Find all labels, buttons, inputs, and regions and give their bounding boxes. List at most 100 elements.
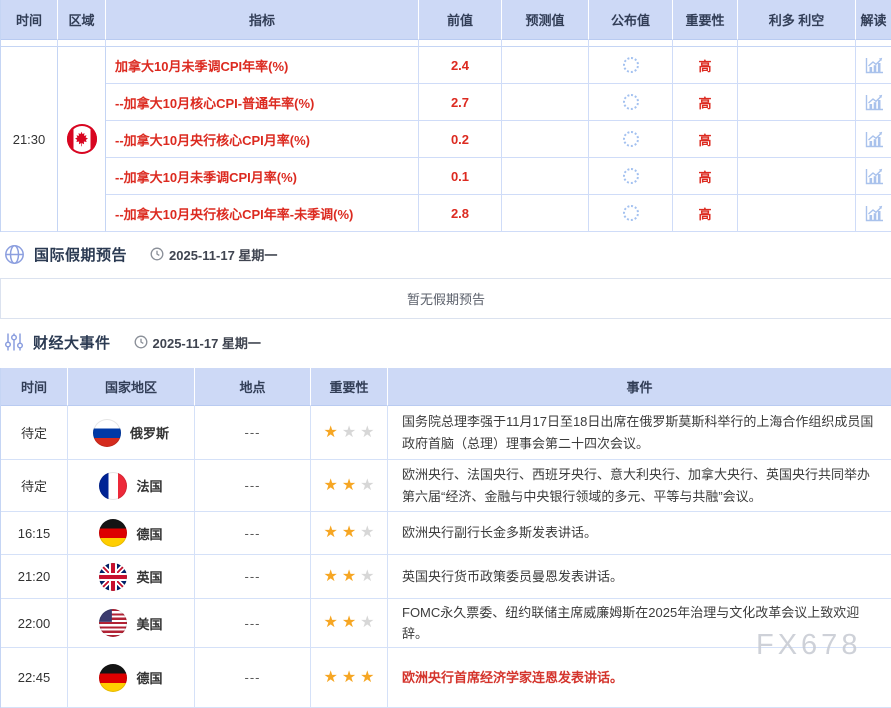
- chart-detail-icon[interactable]: [856, 121, 891, 157]
- event-time: 21:20: [1, 555, 68, 599]
- country-name: 俄罗斯: [130, 423, 169, 442]
- loading-spinner-icon: [623, 168, 639, 184]
- country-name: 德国: [136, 668, 162, 687]
- event-time: 待定: [1, 460, 68, 512]
- previous-value: 2.7: [419, 84, 502, 121]
- chart-detail-icon[interactable]: [856, 84, 891, 120]
- uk-flag-icon: [99, 563, 127, 591]
- actual-value-cell: [589, 84, 673, 121]
- indicator-name: --加拿大10月央行核心CPI年率-未季调(%): [106, 195, 419, 232]
- star-icon: ★: [342, 670, 356, 686]
- chart-detail-icon[interactable]: [856, 195, 891, 231]
- importance-level: 高: [673, 158, 738, 195]
- economic-data-table: 时间 区域 指标 前值 预测值 公布值 重要性 利多 利空 解读 21:30 加…: [0, 0, 891, 232]
- bias-cell: [738, 195, 856, 232]
- star-icon: ★: [323, 425, 337, 441]
- clipped-row: [1, 40, 58, 47]
- event-location: ---: [195, 599, 311, 648]
- star-icon: ★: [360, 478, 374, 494]
- event-location: ---: [195, 406, 311, 460]
- star-icon: ★: [323, 615, 337, 631]
- region-cell: [58, 47, 106, 232]
- importance-level: 高: [673, 84, 738, 121]
- clock-icon: [150, 247, 164, 261]
- bias-cell: [738, 47, 856, 84]
- importance-stars: ★★★: [323, 615, 374, 631]
- star-icon: ★: [342, 425, 356, 441]
- star-icon: ★: [360, 670, 374, 686]
- event-description: 欧洲央行副行长金多斯发表讲话。: [388, 516, 611, 549]
- country-name: 法国: [136, 476, 162, 495]
- event-time: 16:15: [1, 512, 68, 555]
- events-col-importance: 重要性: [311, 368, 388, 406]
- country-name: 德国: [136, 524, 162, 543]
- star-icon: ★: [360, 615, 374, 631]
- actual-value-cell: [589, 195, 673, 232]
- event-location: ---: [195, 555, 311, 599]
- event-description: 欧洲央行、法国央行、西班牙央行、意大利央行、加拿大央行、英国央行共同举办第六届“…: [388, 458, 891, 512]
- fx678-watermark: FX678: [756, 629, 861, 662]
- bias-cell: [738, 84, 856, 121]
- loading-spinner-icon: [623, 57, 639, 73]
- forecast-value: [502, 158, 589, 195]
- importance-level: 高: [673, 195, 738, 232]
- events-date-text: 2025-11-17 星期一: [153, 333, 261, 352]
- france-flag-icon: [99, 472, 127, 500]
- importance-stars: ★★★: [323, 569, 374, 585]
- econ-col-region: 区域: [58, 0, 106, 40]
- country-cell: 英国: [68, 555, 195, 599]
- indicator-name: --加拿大10月核心CPI-普通年率(%): [106, 84, 419, 121]
- event-description: 国务院总理李强于11月17日至18日出席在俄罗斯莫斯科举行的上海合作组织成员国政…: [388, 405, 891, 459]
- events-date: 2025-11-17 星期一: [134, 333, 261, 352]
- importance-level: 高: [673, 47, 738, 84]
- canada-flag-icon: [67, 124, 97, 154]
- holiday-date: 2025-11-17 星期一: [150, 245, 277, 264]
- importance-stars: ★★★: [323, 478, 374, 494]
- country-cell: 德国: [68, 648, 195, 708]
- econ-col-forecast: 预测值: [502, 0, 589, 40]
- loading-spinner-icon: [623, 205, 639, 221]
- event-description: 欧洲央行首席经济学家连恩发表讲话。: [388, 661, 637, 694]
- event-time: 21:30: [1, 47, 58, 232]
- event-location: ---: [195, 460, 311, 512]
- globe-icon: [4, 244, 25, 265]
- star-icon: ★: [360, 525, 374, 541]
- importance-stars: ★★★: [323, 670, 374, 686]
- event-location: ---: [195, 648, 311, 708]
- indicator-name: --加拿大10月未季调CPI月率(%): [106, 158, 419, 195]
- star-icon: ★: [342, 615, 356, 631]
- star-icon: ★: [360, 569, 374, 585]
- event-time: 22:45: [1, 648, 68, 708]
- holiday-section-title: 国际假期预告: [34, 244, 127, 265]
- actual-value-cell: [589, 121, 673, 158]
- holiday-empty-notice: 暂无假期预告: [0, 278, 891, 319]
- chart-detail-icon[interactable]: [856, 158, 891, 194]
- country-cell: 德国: [68, 512, 195, 555]
- country-cell: 美国: [68, 599, 195, 648]
- star-icon: ★: [323, 670, 337, 686]
- importance-stars: ★★★: [323, 425, 374, 441]
- econ-col-read: 解读: [856, 0, 891, 40]
- clock-icon: [134, 335, 148, 349]
- russia-flag-icon: [93, 419, 121, 447]
- maple-leaf-icon: [74, 131, 89, 147]
- forecast-value: [502, 84, 589, 121]
- forecast-value: [502, 47, 589, 84]
- star-icon: ★: [342, 569, 356, 585]
- previous-value: 0.1: [419, 158, 502, 195]
- country-name: 英国: [136, 567, 162, 586]
- germany-flag-icon: [99, 664, 127, 692]
- indicator-name: 加拿大10月未季调CPI年率(%): [106, 47, 419, 84]
- event-description: 英国央行货币政策委员曼恩发表讲话。: [388, 560, 637, 593]
- star-icon: ★: [342, 525, 356, 541]
- previous-value: 2.8: [419, 195, 502, 232]
- germany-flag-icon: [99, 519, 127, 547]
- country-cell: 法国: [68, 460, 195, 512]
- holiday-date-text: 2025-11-17 星期一: [169, 245, 277, 264]
- chart-detail-icon[interactable]: [856, 47, 891, 83]
- star-icon: ★: [323, 525, 337, 541]
- events-section-header: 财经大事件 2025-11-17 星期一: [4, 330, 261, 354]
- econ-col-time: 时间: [1, 0, 58, 40]
- econ-col-previous: 前值: [419, 0, 502, 40]
- star-icon: ★: [360, 425, 374, 441]
